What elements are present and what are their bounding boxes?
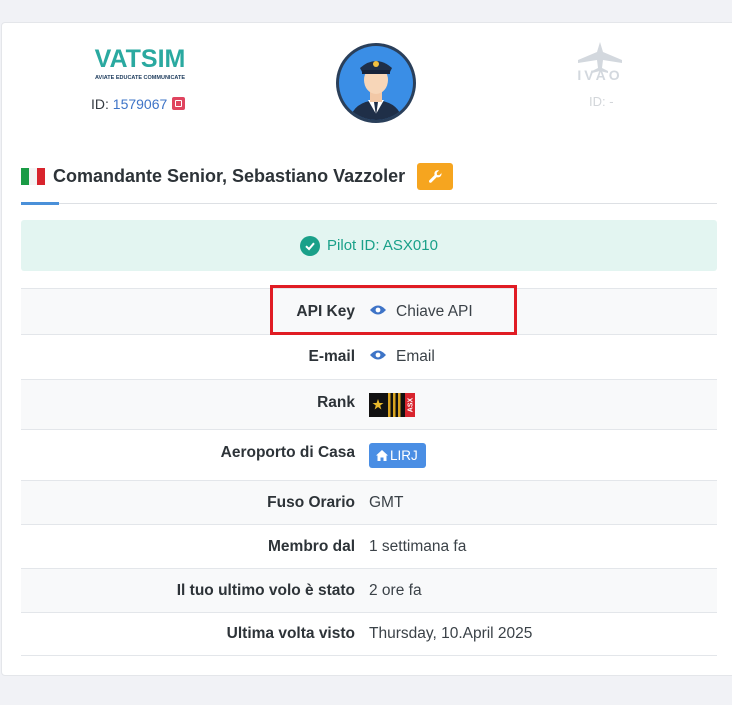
home-airport-value: LIRJ xyxy=(390,447,418,463)
external-link-icon[interactable] xyxy=(172,97,186,110)
italy-flag-icon xyxy=(21,168,45,185)
ivao-id: ID: - xyxy=(589,94,614,109)
vatsim-id: ID: 1579067 xyxy=(91,96,186,112)
home-icon xyxy=(376,449,388,461)
ivao-logo-text: IVAO xyxy=(577,67,622,83)
vatsim-id-link[interactable]: 1579067 xyxy=(113,96,168,112)
wrench-icon xyxy=(428,170,442,183)
vatsim-logo-text: VATSIM xyxy=(95,45,186,73)
table-row-last-seen: Ultima volta visto Thursday, 10.April 20… xyxy=(21,612,717,656)
rank-badge: ASX xyxy=(369,392,415,417)
tab-divider xyxy=(21,203,717,204)
edit-profile-button[interactable] xyxy=(417,163,454,190)
last-flight-value: 2 ore fa xyxy=(369,581,422,599)
last-flight-label: Il tuo ultimo volo è stato xyxy=(176,581,355,599)
table-row-home-airport: Aeroporto di Casa LIRJ xyxy=(21,429,717,480)
rank-badge-text: ASX xyxy=(408,397,415,412)
timezone-value: GMT xyxy=(369,493,404,511)
tab-active-indicator xyxy=(21,202,59,205)
table-row-timezone: Fuso Orario GMT xyxy=(21,480,717,524)
pilot-avatar xyxy=(335,42,417,129)
table-row-last-flight: Il tuo ultimo volo è stato 2 ore fa xyxy=(21,568,717,612)
check-circle-icon xyxy=(300,235,321,256)
pilot-id-text: Pilot ID: ASX010 xyxy=(327,237,438,254)
profile-name-row: Comandante Senior, Sebastiano Vazzoler xyxy=(21,163,454,190)
table-row-rank: Rank ASX xyxy=(21,379,717,429)
home-airport-label: Aeroporto di Casa xyxy=(220,444,355,461)
ivao-logo[interactable]: IVAO xyxy=(560,40,640,89)
profile-details-table: API Key Chiave API E-mail Email Rank ASX… xyxy=(21,288,717,656)
member-since-value: 1 settimana fa xyxy=(369,537,467,555)
rank-label: Rank xyxy=(317,394,355,411)
table-row-email: E-mail Email xyxy=(21,334,717,379)
eye-icon[interactable] xyxy=(369,348,387,366)
email-label: E-mail xyxy=(308,348,355,365)
vatsim-tagline: AVIATE EDUCATE COMMUNICATE xyxy=(95,75,185,81)
last-seen-label: Ultima volta visto xyxy=(226,625,355,642)
pilot-id-alert: Pilot ID: ASX010 xyxy=(21,220,717,271)
api-key-highlight-box xyxy=(270,285,517,335)
email-value: Email xyxy=(396,348,435,365)
vatsim-logo[interactable]: VATSIM AVIATE EDUCATE COMMUNICATE xyxy=(88,42,192,82)
timezone-label: Fuso Orario xyxy=(267,493,355,511)
vatsim-id-prefix: ID: xyxy=(91,96,113,112)
pilot-name: Comandante Senior, Sebastiano Vazzoler xyxy=(53,166,406,186)
last-seen-value: Thursday, 10.April 2025 xyxy=(369,625,533,642)
table-row-member-since: Membro dal 1 settimana fa xyxy=(21,524,717,568)
member-since-label: Membro dal xyxy=(268,537,355,555)
home-airport-badge[interactable]: LIRJ xyxy=(369,442,426,468)
